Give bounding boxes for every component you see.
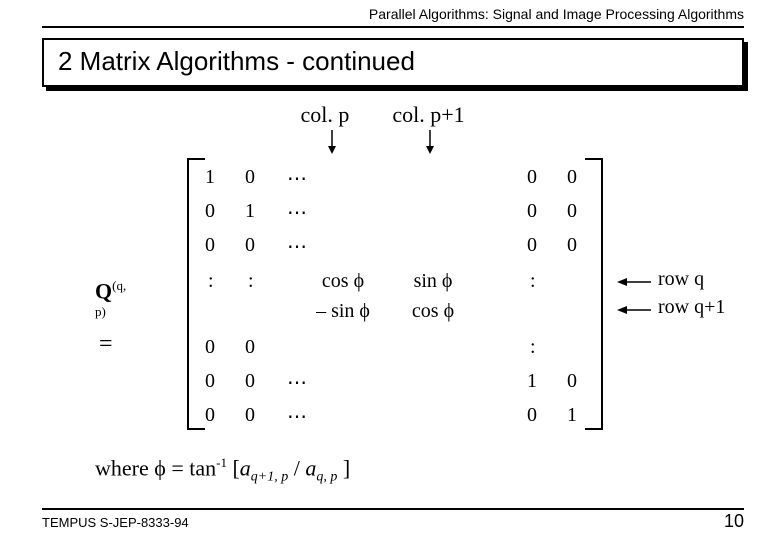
m-2-2: 1 [245,200,255,223]
col-p1-label: col. p+1 [384,102,474,128]
right-bracket [585,158,603,430]
m-1-1: 1 [205,166,215,189]
row-q1-label: row q+1 [658,293,725,321]
m-4-7: : [530,270,536,293]
col-arrows [290,128,490,158]
m-4-5: sin ϕ [397,270,469,293]
m-6-2: 0 [245,336,255,359]
m-1-8: 0 [567,166,577,189]
matrix-symbol: Q(q, p) = [95,278,126,358]
title-box: 2 Matrix Algorithms - continued [42,38,744,87]
header-text: Parallel Algorithms: Signal and Image Pr… [369,6,744,22]
m-6-7: : [530,336,536,359]
m-1-3: ⋯ [287,166,307,191]
page-number: 10 [724,511,744,532]
m-3-8: 0 [567,234,577,257]
m-8-8: 1 [567,404,577,427]
m-3-2: 0 [245,234,255,257]
m-2-3: ⋯ [287,200,307,225]
footer-left: TEMPUS S-JEP-8333-94 [42,515,189,530]
column-labels: col. p col. p+1 [290,102,474,128]
header-rule [42,26,744,28]
m-5-5: cos ϕ [397,300,469,323]
col-p-label: col. p [290,102,360,128]
m-2-7: 0 [527,200,537,223]
m-7-7: 1 [527,370,537,393]
m-3-1: 0 [205,234,215,257]
m-7-3: ⋯ [287,370,307,395]
m-4-1: : [208,270,214,293]
m-5-4: – sin ϕ [297,300,389,323]
m-4-4: cos ϕ [307,270,379,293]
m-2-8: 0 [567,200,577,223]
m-3-3: ⋯ [287,234,307,259]
row-labels: row q row q+1 [658,265,725,321]
m-7-2: 0 [245,370,255,393]
m-8-7: 0 [527,404,537,427]
m-4-2: : [248,270,254,293]
m-1-7: 0 [527,166,537,189]
row-q-label: row q [658,265,725,293]
m-8-1: 0 [205,404,215,427]
page-title: 2 Matrix Algorithms - continued [58,46,732,77]
m-1-2: 0 [245,166,255,189]
m-2-1: 0 [205,200,215,223]
m-7-8: 0 [567,370,577,393]
m-6-1: 0 [205,336,215,359]
m-7-1: 0 [205,370,215,393]
m-8-2: 0 [245,404,255,427]
where-clause: where ϕ = tan-1 [aq+1, p / aq, p ] [95,455,350,486]
left-bracket [187,158,205,430]
footer-rule [42,508,744,510]
row-arrows [615,275,653,315]
m-3-7: 0 [527,234,537,257]
m-8-3: ⋯ [287,404,307,429]
